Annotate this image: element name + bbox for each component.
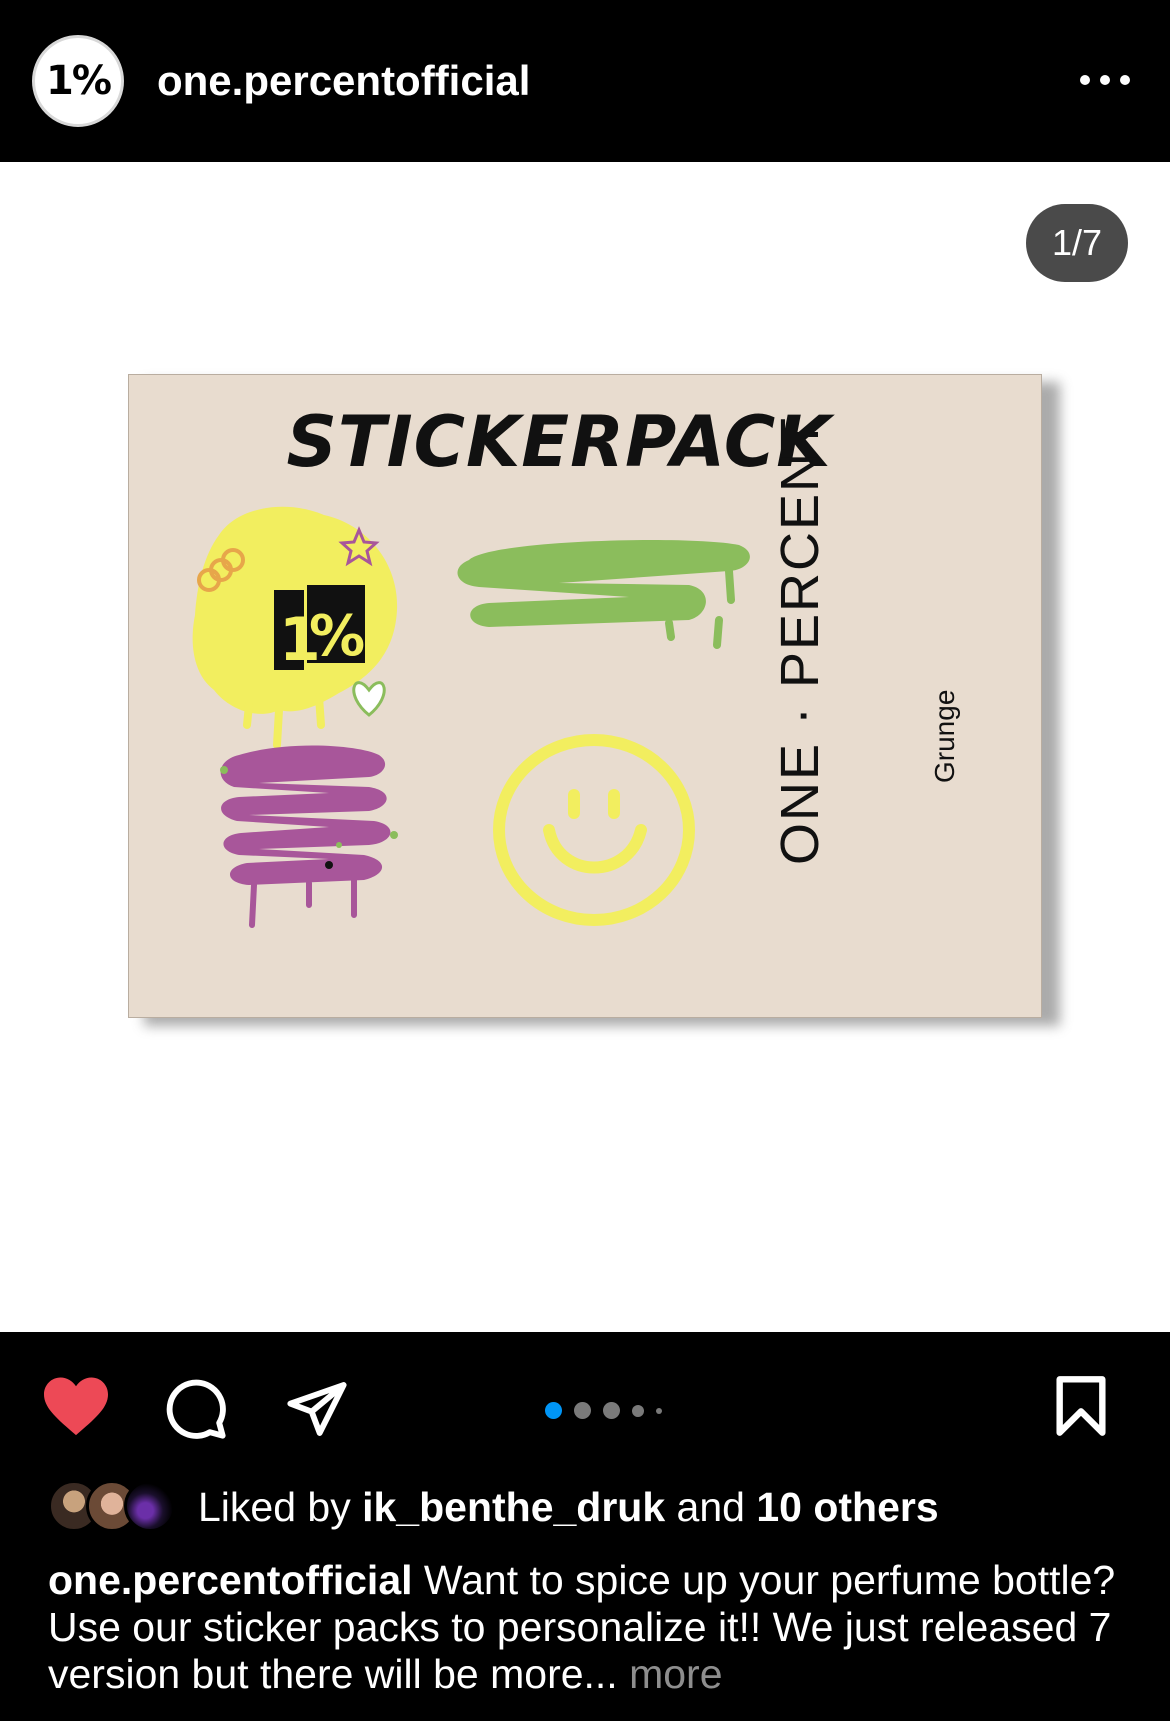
sticker-artwork: 1 %: [192, 506, 750, 928]
bookmark-icon[interactable]: [1052, 1374, 1110, 1443]
liker-avatar: [124, 1480, 176, 1532]
purple-scribble-sticker: [220, 745, 398, 928]
carousel-dot: [656, 1407, 662, 1414]
share-icon[interactable]: [283, 1377, 351, 1446]
card-subtitle-vertical: Grunge: [929, 689, 960, 783]
carousel-dot: [632, 1404, 644, 1417]
likes-row[interactable]: Liked by ik_benthe_druk and 10 others: [48, 1478, 1148, 1538]
liker-username[interactable]: ik_benthe_druk: [362, 1484, 665, 1530]
caption-more-link[interactable]: more: [618, 1651, 722, 1697]
post-caption: one.percentofficial Want to spice up you…: [48, 1557, 1138, 1698]
carousel-counter: 1/7: [1026, 204, 1128, 282]
likes-prefix: Liked by: [198, 1484, 363, 1530]
green-stroke-sticker: [457, 540, 750, 649]
likes-middle: and: [665, 1484, 757, 1530]
sticker-card: STICKERPACK 1 % ONE · PERCENT Grunge: [128, 374, 1042, 1018]
comment-icon[interactable]: [163, 1377, 229, 1446]
action-bar: [0, 1332, 1170, 1472]
carousel-dot: [603, 1402, 620, 1419]
post-image[interactable]: 1/7 STICKERPACK 1 % ONE · PERCENT Grunge: [0, 162, 1170, 1332]
carousel-indicator: [545, 1402, 662, 1419]
heart-filled-icon[interactable]: [40, 1374, 112, 1443]
avatar-text: 1%: [46, 58, 112, 104]
yellow-splash-sticker: 1 %: [192, 506, 398, 749]
smiley-sticker: [493, 734, 695, 926]
card-brand-vertical: ONE · PERCENT: [770, 415, 830, 865]
carousel-dot: [545, 1402, 562, 1419]
likes-others[interactable]: 10 others: [756, 1484, 938, 1530]
post-header: 1% one.percentofficial: [0, 0, 1170, 162]
header-username[interactable]: one.percentofficial: [157, 55, 530, 107]
caption-username[interactable]: one.percentofficial: [48, 1557, 413, 1603]
likes-text: Liked by ik_benthe_druk and 10 others: [198, 1482, 939, 1532]
profile-avatar[interactable]: 1%: [32, 35, 124, 127]
svg-text:%: %: [309, 604, 365, 669]
more-options-icon[interactable]: [1080, 70, 1130, 90]
carousel-dot: [574, 1402, 591, 1419]
